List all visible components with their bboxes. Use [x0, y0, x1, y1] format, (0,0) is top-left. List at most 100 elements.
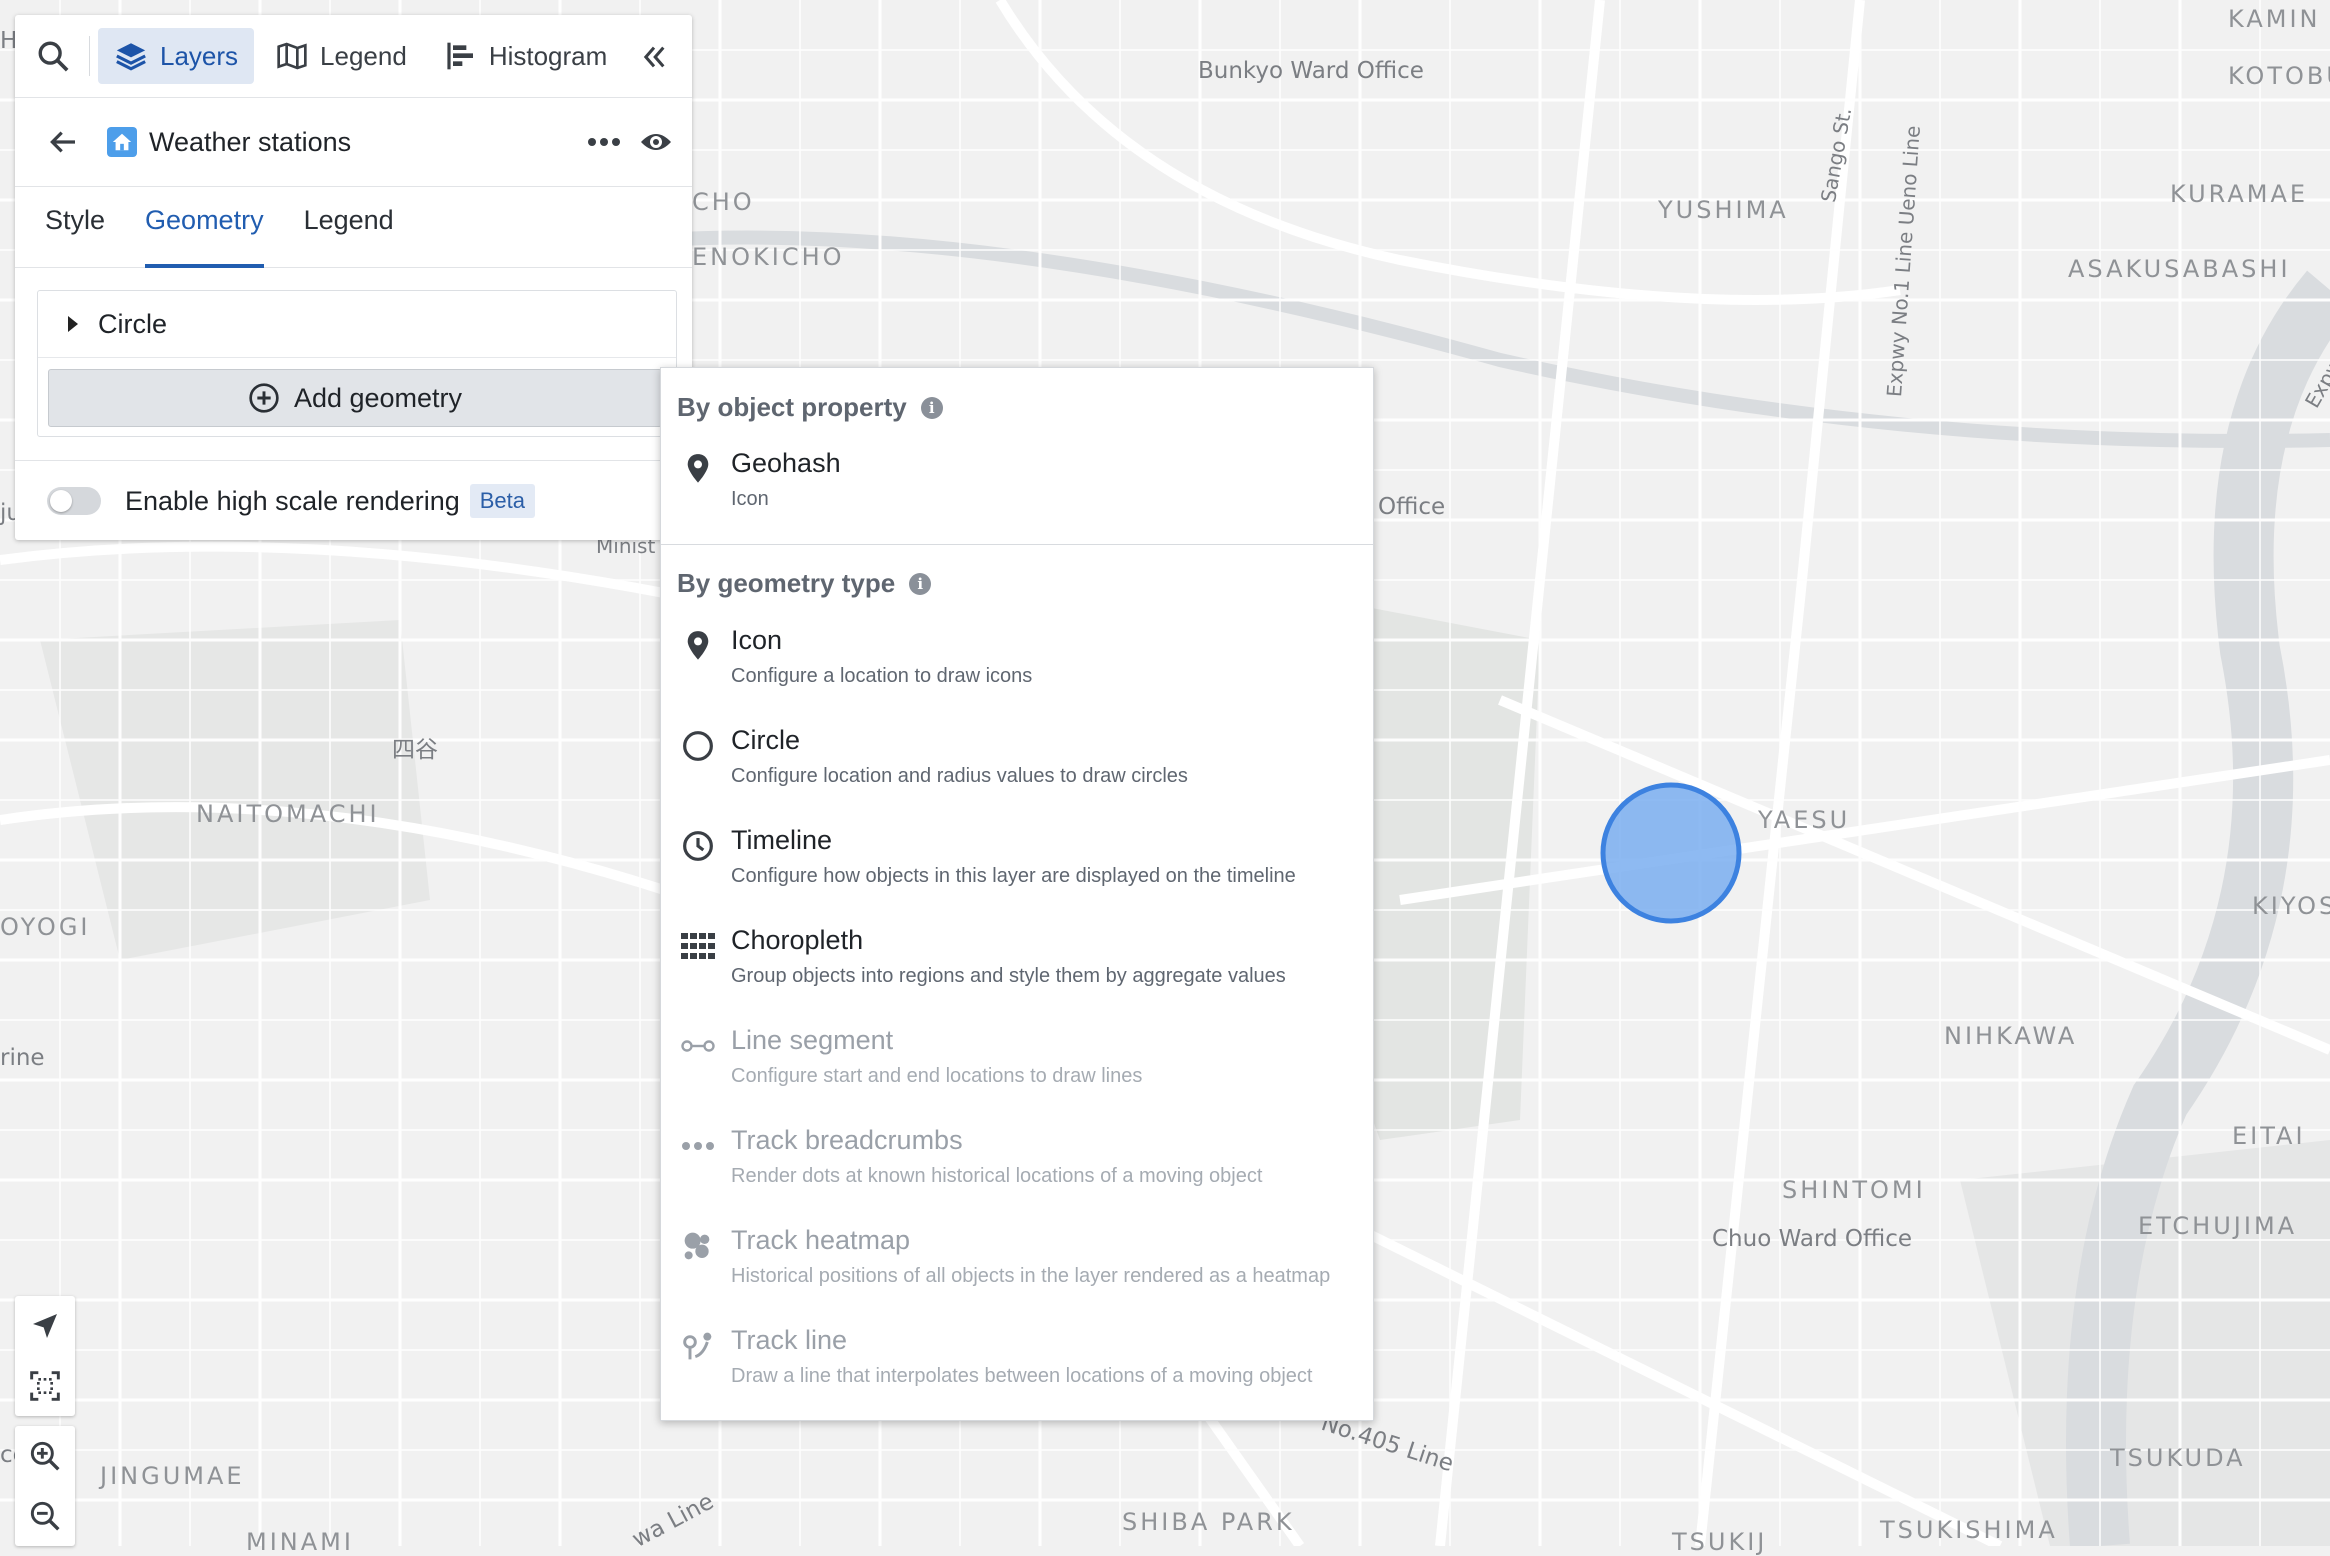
layers-panel: Layers Legend Histogram Weather stations… [15, 15, 692, 540]
plus-circle-icon [249, 383, 279, 413]
menu-item-choropleth[interactable]: Choropleth Group objects into regions an… [661, 925, 1373, 1015]
navigation-arrow-icon [33, 1314, 57, 1338]
section-header-label: By geometry type [677, 568, 896, 598]
layer-header: Weather stations [15, 98, 692, 187]
zoom-out-icon [30, 1501, 60, 1531]
map-label: SHIBA PARK [1122, 1508, 1295, 1536]
map-label: NAITOMACHI [196, 800, 380, 828]
map-nav-controls [15, 1296, 75, 1416]
map-icon [277, 42, 307, 70]
tab-label: Histogram [488, 40, 608, 71]
info-icon[interactable]: i [920, 396, 943, 419]
map-label: SHINTOMI [1782, 1176, 1926, 1204]
map-label: Chuo Ward Office [1712, 1226, 1913, 1252]
more-options-button[interactable] [582, 122, 626, 162]
menu-item-track-line: Track line Draw a line that interpolates… [661, 1325, 1373, 1415]
caret-right-icon [68, 316, 78, 332]
menu-item-subtitle: Configure start and end locations to dra… [731, 1065, 1143, 1087]
circle-icon [681, 729, 715, 763]
section-header-by-type: By geometry type i [677, 568, 932, 599]
zoom-to-fit-icon [30, 1371, 60, 1401]
map-label: TSUKIJ [1672, 1528, 1768, 1556]
tab-layers[interactable]: Layers [98, 28, 255, 84]
double-chevron-left-icon [643, 46, 665, 68]
map-label: JINGUMAE [100, 1462, 245, 1490]
map-label: KOTOBU [2228, 62, 2330, 90]
map-label: ETCHUJIMA [2138, 1212, 2298, 1240]
zoom-out-button[interactable] [15, 1486, 75, 1546]
beta-badge: Beta [469, 484, 535, 518]
map-label: YAESU [1758, 806, 1851, 834]
map-label: NIHKAWA [1944, 1022, 2078, 1050]
panel-toolbar: Layers Legend Histogram [15, 15, 692, 98]
tab-label: Legend [320, 40, 407, 71]
locate-button[interactable] [15, 1296, 75, 1356]
menu-item-title: Choropleth [731, 925, 864, 955]
pin-icon [681, 452, 715, 486]
collapse-panel-button[interactable] [634, 37, 674, 77]
zoom-in-button[interactable] [15, 1426, 75, 1486]
fit-bounds-button[interactable] [15, 1356, 75, 1416]
high-scale-label: Enable high scale rendering [125, 485, 460, 516]
geometry-item-circle[interactable]: Circle [38, 291, 676, 358]
map-label: TSUKUDA [2110, 1444, 2246, 1472]
map-label: CHO [692, 188, 755, 216]
menu-item-subtitle: Icon [731, 488, 769, 510]
tab-histogram[interactable]: Histogram [429, 28, 623, 84]
back-button[interactable] [39, 118, 87, 166]
map-label: ASAKUSABASHI [2068, 255, 2291, 283]
arrow-left-icon [50, 131, 75, 153]
menu-item-subtitle: Render dots at known historical location… [731, 1165, 1263, 1187]
menu-item-track-breadcrumbs: Track breadcrumbs Render dots at known h… [661, 1125, 1373, 1215]
section-header-label: By object property [677, 392, 907, 422]
search-icon [38, 41, 69, 72]
layer-name: Weather stations [149, 126, 352, 157]
info-icon[interactable]: i [909, 572, 932, 595]
layers-icon [116, 43, 146, 71]
geometry-list: Circle Add geometry [37, 290, 677, 437]
menu-item-title: Icon [731, 625, 783, 655]
menu-item-timeline[interactable]: Timeline Configure how objects in this l… [661, 825, 1373, 915]
menu-item-title: Track heatmap [731, 1225, 911, 1255]
menu-item-title: Circle [731, 725, 801, 755]
toggle-visibility-button[interactable] [634, 122, 678, 162]
menu-item-circle[interactable]: Circle Configure location and radius val… [661, 725, 1373, 815]
menu-item-track-heatmap: Track heatmap Historical positions of al… [661, 1225, 1373, 1315]
layer-tabs: Style Geometry Legend [15, 187, 692, 268]
dots-icon [681, 1129, 715, 1163]
more-icon [588, 138, 620, 146]
map-label: YUSHIMA [1658, 196, 1789, 224]
tab-geometry[interactable]: Geometry [145, 205, 264, 268]
tab-layer-legend[interactable]: Legend [304, 205, 394, 267]
menu-item-subtitle: Configure how objects in this layer are … [731, 865, 1296, 887]
section-header-by-property: By object property i [677, 392, 943, 423]
high-scale-row: Enable high scale rendering Beta [15, 460, 692, 541]
add-geometry-label: Add geometry [293, 382, 463, 413]
add-geometry-button[interactable]: Add geometry [48, 369, 662, 427]
menu-item-icon[interactable]: Icon Configure a location to draw icons [661, 625, 1373, 715]
toolbar-divider [89, 36, 90, 76]
clock-icon [681, 829, 715, 863]
map-label: EITAI [2232, 1122, 2306, 1150]
menu-item-title: Track breadcrumbs [731, 1125, 963, 1155]
menu-item-geohash[interactable]: Geohash Icon [661, 448, 1373, 538]
map-label: ENOKICHO [692, 243, 845, 271]
map-label: OYOGI [0, 913, 91, 941]
map-label: TSUKISHIMA [1880, 1516, 2058, 1544]
map-label: Office [1378, 494, 1446, 520]
tab-style[interactable]: Style [45, 205, 105, 267]
map-label: MINAMI [246, 1528, 354, 1556]
line-segment-icon [681, 1029, 715, 1063]
map-label: rine [0, 1045, 45, 1071]
track-line-icon [681, 1329, 715, 1363]
tab-legend[interactable]: Legend [260, 28, 423, 84]
menu-item-title: Geohash [731, 448, 841, 478]
station-circle[interactable] [1598, 780, 1744, 926]
high-scale-toggle[interactable] [47, 487, 101, 515]
pin-icon [681, 629, 715, 663]
map-label: 四谷 [392, 737, 438, 763]
zoom-in-icon [30, 1441, 60, 1471]
add-geometry-menu: By object property i Geohash Icon By geo… [660, 367, 1374, 1421]
search-button[interactable] [25, 28, 81, 84]
grid-icon [681, 929, 715, 963]
